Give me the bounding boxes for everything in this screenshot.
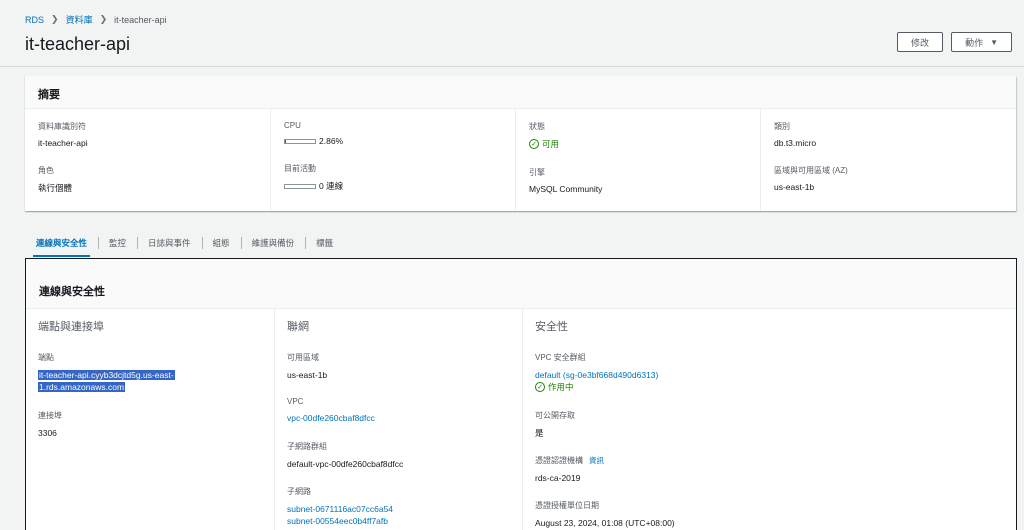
subnet-link[interactable]: subnet-0671116ac07cc6a54 <box>287 503 510 515</box>
tab-monitoring[interactable]: 監控 <box>98 229 137 257</box>
engine-value: MySQL Community <box>529 184 603 194</box>
networking-column: 聯網 可用區域 us-east-1b VPC vpc-00dfe260cbaf8… <box>274 309 522 530</box>
endpoint-port-column: 端點與連接埠 端點 it-teacher-api.cyyb3dcjtd5g.us… <box>26 309 274 530</box>
cpu-label: CPU <box>284 121 301 130</box>
vpc-link[interactable]: vpc-00dfe260cbaf8dfcc <box>287 412 510 424</box>
summary-col-cpu: CPU 2.86% 目前活動 0 連線 <box>270 109 515 211</box>
security-title: 安全性 <box>535 321 568 333</box>
subnet-group-value: default-vpc-00dfe260cbaf8dfcc <box>287 458 404 469</box>
class-value: db.t3.micro <box>774 138 817 148</box>
current-activity-value: 0 連線 <box>284 180 502 192</box>
networking-title: 聯網 <box>287 321 309 333</box>
status-value: ✓ 可用 <box>529 138 747 150</box>
subnet-link[interactable]: subnet-00554eec0b4ff7afb <box>287 515 510 527</box>
cpu-value: 2.86% <box>284 136 502 146</box>
activity-progress-bar <box>284 183 316 189</box>
endpoint-line-2[interactable]: 1.rds.amazonaws.com <box>38 382 126 393</box>
cpu-percent: 2.86% <box>319 136 344 146</box>
db-identifier-value: it-teacher-api <box>38 138 88 148</box>
connections-count: 0 連線 <box>319 181 344 191</box>
summary-col-class: 類別 db.t3.micro 區域與可用區域 (AZ) us-east-1b <box>760 109 1016 211</box>
chevron-right-icon: ❯ <box>51 14 59 24</box>
publicly-accessible-value: 是 <box>535 427 544 438</box>
engine-label: 引擎 <box>529 168 545 177</box>
subnets-list: subnet-0671116ac07cc6a54 subnet-00554eec… <box>287 503 510 530</box>
vpc-label: VPC <box>287 397 304 407</box>
class-label: 類別 <box>774 122 790 131</box>
breadcrumb-databases-link[interactable]: 資料庫 <box>66 13 93 26</box>
security-column: 安全性 VPC 安全群組 default (sg-0e3bf668d490d63… <box>522 309 1016 530</box>
page-actions: 修改 動作 ▼ <box>897 32 1012 52</box>
breadcrumb-current: it-teacher-api <box>114 14 167 25</box>
detail-tabs: 連線與安全性 監控 日誌與事件 組態 維護與備份 標籤 <box>25 229 344 257</box>
region-az-label: 區域與可用區域 (AZ) <box>774 166 848 175</box>
actions-button-label: 動作 <box>965 37 984 48</box>
tab-configuration[interactable]: 組態 <box>201 229 241 257</box>
modify-button-label: 修改 <box>911 37 930 48</box>
header-divider <box>0 66 1024 67</box>
publicly-accessible-label: 可公開存取 <box>535 410 575 420</box>
security-group-link[interactable]: default (sg-0e3bf668d490d6313) <box>535 369 1004 381</box>
breadcrumb-rds-link[interactable]: RDS <box>25 15 44 25</box>
endpoint-label: 端點 <box>38 353 54 362</box>
check-circle-icon: ✓ <box>535 382 545 393</box>
region-az-value: us-east-1b <box>774 182 815 192</box>
endpoint-port-title: 端點與連接埠 <box>38 321 104 333</box>
certificate-expiry-value: August 23, 2024, 01:08 (UTC+08:00) <box>535 518 675 529</box>
actions-dropdown-button[interactable]: 動作 ▼ <box>951 32 1012 52</box>
summary-col-identifier: 資料庫識別符 it-teacher-api 角色 執行個體 <box>25 109 270 211</box>
summary-title: 摘要 <box>25 76 1016 109</box>
vpc-security-group-label: VPC 安全群組 <box>535 353 586 362</box>
info-link[interactable]: 資訊 <box>589 456 604 465</box>
caret-down-icon: ▼ <box>990 37 998 47</box>
status-text: 可用 <box>542 139 560 149</box>
tab-maintenance-backups[interactable]: 維護與備份 <box>240 229 306 257</box>
certificate-authority-label-text: 憑證認證機構 <box>535 455 583 465</box>
certificate-authority-label: 憑證認證機構 資訊 <box>535 455 1004 466</box>
breadcrumb: RDS ❯ 資料庫 ❯ it-teacher-api <box>25 13 167 26</box>
status-label: 狀態 <box>529 122 545 131</box>
summary-grid: 資料庫識別符 it-teacher-api 角色 執行個體 CPU 2.86% … <box>25 109 1016 211</box>
role-value: 執行個體 <box>38 183 73 193</box>
connectivity-grid: 端點與連接埠 端點 it-teacher-api.cyyb3dcjtd5g.us… <box>26 309 1016 530</box>
summary-col-status: 狀態 ✓ 可用 引擎 MySQL Community <box>515 109 760 211</box>
security-group-status: ✓ 作用中 <box>535 381 1004 393</box>
tab-logs-events[interactable]: 日誌與事件 <box>137 229 202 257</box>
certificate-authority-value: rds-ca-2019 <box>535 472 581 483</box>
vpc-value: vpc-00dfe260cbaf8dfcc <box>287 412 510 424</box>
tab-connectivity-security[interactable]: 連線與安全性 <box>25 229 98 257</box>
port-value: 3306 <box>38 427 57 438</box>
current-activity-label: 目前活動 <box>284 164 316 173</box>
security-group-status-text: 作用中 <box>548 382 574 393</box>
vpc-security-group-value: default (sg-0e3bf668d490d6313) ✓ 作用中 <box>535 369 1004 394</box>
availability-zone-value: us-east-1b <box>287 370 328 380</box>
page-title: it-teacher-api <box>25 34 131 54</box>
endpoint-line-1[interactable]: it-teacher-api.cyyb3dcjtd5g.us-east- <box>38 370 175 380</box>
endpoint-value[interactable]: it-teacher-api.cyyb3dcjtd5g.us-east- 1.r… <box>38 369 262 394</box>
role-label: 角色 <box>38 166 54 175</box>
connectivity-security-panel: 連線與安全性 端點與連接埠 端點 it-teacher-api.cyyb3dcj… <box>25 258 1017 530</box>
port-label: 連接埠 <box>38 410 62 420</box>
db-identifier-label: 資料庫識別符 <box>38 122 86 131</box>
subnet-group-label: 子網路群組 <box>287 441 327 451</box>
subnets-label: 子網路 <box>287 486 311 496</box>
certificate-expiry-label: 憑證授權單位日期 <box>535 501 599 511</box>
connectivity-title: 連線與安全性 <box>26 259 1016 309</box>
modify-button[interactable]: 修改 <box>897 32 944 52</box>
cpu-progress-bar <box>284 138 316 144</box>
tab-tags[interactable]: 標籤 <box>305 229 344 257</box>
availability-zone-label: 可用區域 <box>287 353 319 362</box>
check-circle-icon: ✓ <box>529 139 539 149</box>
chevron-right-icon: ❯ <box>99 14 108 24</box>
cpu-progress-fill <box>285 139 286 143</box>
summary-panel: 摘要 資料庫識別符 it-teacher-api 角色 執行個體 CPU 2.8… <box>25 76 1016 211</box>
